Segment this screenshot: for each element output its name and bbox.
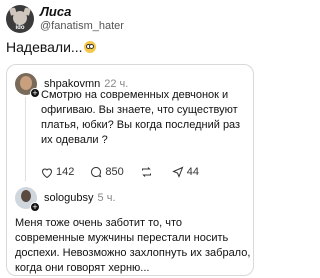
share-action[interactable]: 44 (171, 166, 199, 178)
heart-icon (41, 168, 53, 178)
thread-connector-line (25, 97, 26, 181)
fox-face-graphic (13, 11, 27, 25)
post-text: Надевали... (6, 39, 96, 55)
repost-icon (141, 167, 151, 177)
comment-header-2: + sologubsy 5 ч. (15, 187, 116, 212)
eyes-emoji (83, 41, 96, 53)
author-avatar[interactable]: ido (6, 5, 34, 33)
reply-count: 850 (105, 166, 124, 178)
comment-text-1: Смотрю на современных девчонок и офигива… (41, 89, 241, 146)
comment-actions: 142 850 44 (41, 166, 215, 178)
share-icon (171, 166, 184, 178)
embedded-thread-card[interactable]: + shpakovmn 22 ч. Смотрю на современных … (6, 64, 254, 276)
post-text-content: Надевали... (6, 39, 83, 55)
comment-time: 5 ч. (97, 192, 116, 204)
commenter-avatar[interactable]: + (15, 73, 40, 98)
author-name[interactable]: Лиса (40, 4, 124, 20)
avatar-label: ido (15, 25, 25, 31)
comment-icon (91, 166, 102, 178)
like-count: 142 (56, 166, 75, 178)
author-info: Лиса @fanatism_hater (40, 4, 124, 33)
commenter-username[interactable]: sologubsy (44, 192, 94, 204)
post-header: ido Лиса @fanatism_hater (6, 4, 124, 33)
share-count: 44 (186, 166, 199, 178)
comment-text-2: Меня тоже очень заботит то, что современ… (15, 217, 251, 274)
follow-plus-icon[interactable]: + (30, 88, 40, 98)
commenter-avatar[interactable]: + (15, 187, 40, 212)
follow-plus-icon[interactable]: + (30, 202, 40, 212)
author-handle[interactable]: @fanatism_hater (40, 20, 124, 33)
like-action[interactable]: 142 (41, 166, 74, 178)
repost-action[interactable] (140, 166, 156, 178)
reply-action[interactable]: 850 (90, 166, 124, 178)
